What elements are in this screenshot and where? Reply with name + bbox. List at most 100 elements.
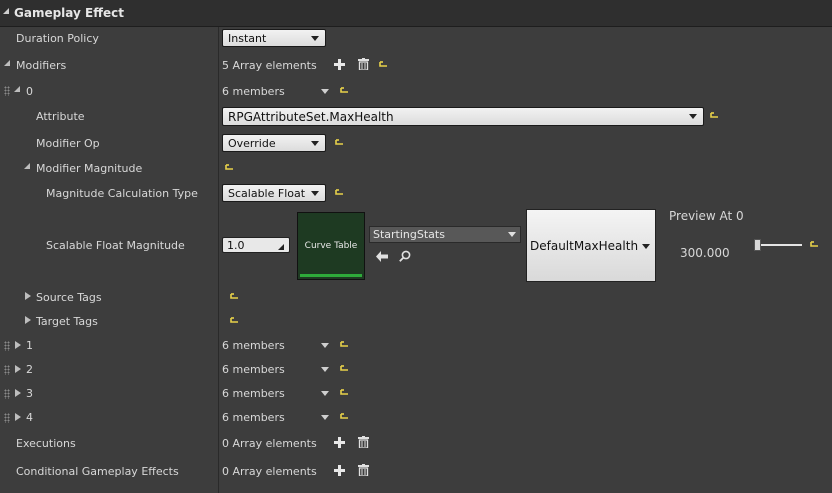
element-index: 1 [26, 339, 33, 352]
collapse-triangle-icon[interactable] [3, 8, 9, 14]
element-index: 3 [26, 387, 33, 400]
target-tags-label: Target Tags [36, 315, 98, 328]
duration-policy-label: Duration Policy [16, 32, 99, 45]
expand-modifiers-icon[interactable] [4, 60, 10, 66]
row-name-combo[interactable]: DefaultMaxHealth [526, 209, 656, 282]
expand-element-icon[interactable] [15, 341, 21, 349]
calc-type-combo[interactable]: Scalable Float [222, 184, 326, 202]
chevron-down-icon[interactable] [321, 367, 329, 372]
section-title: Gameplay Effect [14, 6, 124, 20]
slider-thumb[interactable] [754, 239, 761, 251]
attribute-label: Attribute [36, 110, 85, 123]
element-index: 0 [26, 85, 33, 98]
expand-element-icon[interactable] [15, 365, 21, 373]
reset-to-default-icon[interactable] [335, 139, 344, 147]
chevron-down-icon [508, 232, 516, 237]
modifiers-label: Modifiers [16, 59, 67, 72]
modifier-magnitude-label: Modifier Magnitude [36, 162, 143, 175]
element-index: 4 [26, 411, 33, 424]
chevron-down-icon [689, 114, 697, 119]
members-count: 6 members [222, 339, 285, 352]
reset-to-default-icon[interactable] [810, 241, 819, 249]
curve-table-accent-bar [300, 274, 362, 277]
executions-count: 0 Array elements [222, 437, 317, 450]
reset-to-default-icon[interactable] [340, 87, 349, 95]
reset-to-default-icon[interactable] [340, 341, 349, 349]
expand-element-icon[interactable] [14, 86, 20, 92]
drag-handle-icon[interactable] [4, 86, 10, 96]
array-element-row[interactable]: 4 6 members [0, 408, 400, 432]
curve-table-thumbnail[interactable]: Curve Table [297, 212, 365, 280]
modifier-op-combo[interactable]: Override [222, 134, 326, 152]
curve-table-value: StartingStats [373, 228, 445, 241]
chevron-down-icon[interactable] [321, 89, 329, 94]
preview-label: Preview At 0 [669, 209, 744, 223]
element-index: 2 [26, 363, 33, 376]
add-element-icon[interactable] [334, 437, 345, 448]
reset-to-default-icon[interactable] [379, 61, 388, 69]
trash-icon[interactable] [358, 464, 369, 476]
duration-policy-value: Instant [228, 32, 267, 45]
chevron-down-icon [311, 141, 319, 146]
row-name-value: DefaultMaxHealth [530, 239, 639, 253]
curve-table-label: Curve Table [304, 241, 358, 251]
chevron-down-icon [311, 191, 319, 196]
conditional-effects-label: Conditional Gameplay Effects [16, 465, 179, 478]
members-count: 6 members [222, 363, 285, 376]
modifiers-count: 5 Array elements [222, 59, 317, 72]
slider-track [754, 244, 802, 246]
expand-magnitude-icon[interactable] [24, 163, 30, 169]
attribute-value: RPGAttributeSet.MaxHealth [228, 110, 394, 124]
reset-to-default-icon[interactable] [340, 389, 349, 397]
array-element-row[interactable]: 1 6 members [0, 336, 400, 360]
preview-slider[interactable] [754, 238, 802, 252]
duration-policy-combo[interactable]: Instant [222, 29, 326, 47]
reset-to-default-icon[interactable] [340, 365, 349, 373]
members-count: 6 members [222, 387, 285, 400]
executions-label: Executions [16, 437, 76, 450]
modifier-op-value: Override [228, 137, 276, 150]
chevron-down-icon[interactable] [321, 415, 329, 420]
scalable-float-label: Scalable Float Magnitude [46, 239, 185, 252]
reset-to-default-icon[interactable] [225, 164, 234, 172]
scalable-float-input[interactable]: 1.0 [222, 237, 290, 253]
expand-element-icon[interactable] [15, 389, 21, 397]
trash-icon[interactable] [358, 436, 369, 448]
calc-type-label: Magnitude Calculation Type [46, 187, 198, 200]
reset-to-default-icon[interactable] [230, 317, 239, 325]
expand-target-tags-icon[interactable] [25, 316, 31, 324]
reset-to-default-icon[interactable] [340, 413, 349, 421]
drag-handle-icon[interactable] [4, 389, 10, 399]
drag-handle-icon[interactable] [4, 341, 10, 351]
conditional-effects-count: 0 Array elements [222, 465, 317, 478]
drag-handle-icon[interactable] [4, 413, 10, 423]
arrow-left-icon[interactable] [376, 251, 388, 262]
reset-to-default-icon[interactable] [230, 293, 239, 301]
reset-to-default-icon[interactable] [335, 189, 344, 197]
trash-icon[interactable] [358, 58, 369, 70]
array-element-row[interactable]: 2 6 members [0, 360, 400, 384]
reset-to-default-icon[interactable] [710, 112, 719, 120]
chevron-down-icon [311, 36, 319, 41]
members-count: 6 members [222, 411, 285, 424]
details-section-header[interactable]: Gameplay Effect [0, 0, 832, 27]
expand-source-tags-icon[interactable] [25, 292, 31, 300]
curve-table-combo[interactable]: StartingStats [369, 226, 521, 243]
add-element-icon[interactable] [334, 59, 345, 70]
expand-element-icon[interactable] [15, 413, 21, 421]
array-element-row[interactable]: 3 6 members [0, 384, 400, 408]
calc-type-value: Scalable Float [228, 187, 306, 200]
drag-handle-icon[interactable] [4, 365, 10, 375]
preview-value: 300.000 [680, 246, 730, 260]
attribute-combo[interactable]: RPGAttributeSet.MaxHealth [222, 107, 704, 126]
chevron-down-icon[interactable] [321, 343, 329, 348]
scalable-float-value: 1.0 [227, 239, 245, 252]
modifier-op-label: Modifier Op [36, 137, 100, 150]
search-icon[interactable] [399, 250, 411, 262]
source-tags-label: Source Tags [36, 291, 102, 304]
chevron-down-icon [642, 244, 650, 249]
add-element-icon[interactable] [334, 465, 345, 476]
chevron-down-icon[interactable] [321, 391, 329, 396]
members-count: 6 members [222, 85, 285, 98]
resize-grip-icon[interactable] [277, 241, 285, 254]
